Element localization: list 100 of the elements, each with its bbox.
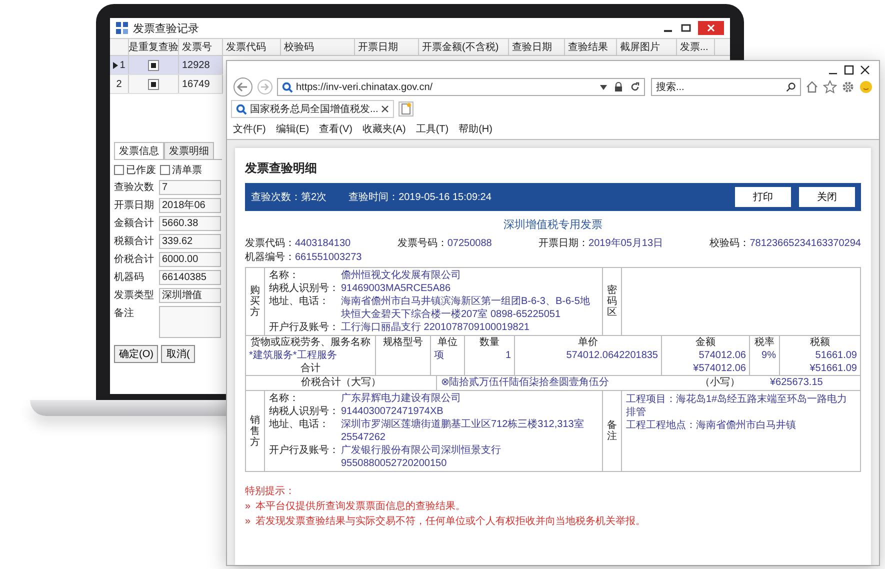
- input-field[interactable]: 5660.38: [159, 216, 221, 231]
- total-in-words: ⊗陆拾贰万伍仟陆佰柒拾叁圆壹角伍分: [440, 376, 610, 390]
- checkbox[interactable]: [114, 165, 124, 175]
- app-icon: [116, 22, 128, 34]
- column-header[interactable]: 截屏图片: [617, 39, 677, 55]
- dialog-button[interactable]: 确定(O): [114, 345, 158, 363]
- back-icon[interactable]: [233, 77, 253, 97]
- input-field[interactable]: 7: [159, 180, 221, 195]
- column-header[interactable]: 开票金额(不含税): [419, 39, 509, 55]
- star-icon[interactable]: [823, 80, 837, 94]
- party-label: 购买方: [246, 268, 265, 335]
- info-label: 开票日期：: [538, 238, 589, 249]
- input-field[interactable]: 339.62: [159, 234, 221, 249]
- column-header[interactable]: 查验日期: [509, 39, 565, 55]
- info-label: 发票代码：: [245, 238, 295, 249]
- menu-item[interactable]: 编辑(E): [276, 122, 310, 136]
- action-button[interactable]: 关闭: [799, 187, 855, 207]
- party-field-label: 开户行及账号：: [269, 444, 340, 458]
- notice-text: 本平台仅提供所查询发票票面信息的查验结果。: [256, 500, 466, 514]
- field-label: 价税合计: [114, 252, 155, 266]
- info-label: 校验码：: [710, 238, 750, 249]
- column-header[interactable]: 开票日期: [355, 39, 419, 55]
- column-header[interactable]: 发票号: [179, 39, 223, 55]
- checkbox[interactable]: [160, 165, 170, 175]
- table-cell: *建筑服务*工程服务: [249, 350, 337, 361]
- tab[interactable]: 发票明细: [164, 142, 214, 159]
- address-bar[interactable]: https://inv-veri.chinatax.gov.cn/: [277, 78, 645, 96]
- column-header[interactable]: 查验结果: [565, 39, 617, 55]
- close-icon[interactable]: [381, 105, 390, 113]
- input-field[interactable]: 深圳增值: [159, 288, 221, 303]
- browser-tab[interactable]: 国家税务总局全国增值税发...: [231, 100, 394, 118]
- table-cell: 12928: [179, 56, 223, 74]
- column-header: 规格型号: [376, 336, 431, 349]
- menu-item[interactable]: 文件(F): [233, 122, 266, 136]
- info-value: 07250088: [447, 238, 492, 249]
- table-cell: 51661.09: [815, 350, 857, 361]
- sum-label: 合计: [300, 363, 320, 374]
- tab[interactable]: 发票信息: [114, 142, 164, 159]
- party-field-value: 广发银行股份有限公司深圳恒景支行9550880052720200150: [341, 444, 502, 470]
- info-value: 2019年05月13日: [588, 238, 664, 249]
- checkbox[interactable]: [148, 78, 159, 90]
- table-row[interactable]: 1 12928: [110, 56, 223, 75]
- field-label: 开票日期: [114, 198, 155, 212]
- row-number: 1: [120, 60, 126, 70]
- field-label: 查验次数: [114, 180, 155, 194]
- column-header: 金额: [662, 336, 750, 349]
- party-field-value: 9144030072471974XB: [341, 405, 444, 418]
- party-field-value: 海南省儋州市白马井镇滨海新区第一组团B-6-3、B-6-5地块恒大金碧天下综合楼一楼207室 0898-65225051: [341, 295, 591, 321]
- party-field-label: 地址、电话：: [269, 295, 330, 309]
- close-icon[interactable]: [859, 64, 871, 76]
- party-field-value: 深圳市罗湖区莲塘街道鹏基工业区712栋三楼312,313室 25547262: [341, 418, 585, 444]
- area-label: 备注: [603, 391, 622, 471]
- check-count: 查验次数：第2次: [251, 190, 327, 204]
- total-small-label: （小写）: [700, 376, 741, 390]
- invoice-title: 深圳增值税专用发票: [502, 218, 604, 232]
- maximize-icon[interactable]: [843, 64, 855, 76]
- field-label: 备注: [114, 306, 135, 320]
- maximize-icon[interactable]: [680, 22, 692, 34]
- menu-item[interactable]: 查看(V): [319, 122, 352, 136]
- search-icon: [282, 82, 293, 92]
- dialog-button[interactable]: 取消(: [161, 345, 195, 363]
- checkbox[interactable]: [148, 60, 159, 70]
- column-header[interactable]: 发票代码: [223, 39, 281, 55]
- check-time: 查验时间：2019-05-16 15:09:24: [348, 190, 492, 204]
- menu-item[interactable]: 收藏夹(A): [362, 122, 406, 136]
- bullet-mark: »: [245, 500, 251, 514]
- column-header[interactable]: 校验码: [281, 39, 355, 55]
- menu-item[interactable]: 帮助(H): [458, 122, 492, 136]
- input-field[interactable]: 6000.00: [159, 252, 221, 267]
- action-button[interactable]: 打印: [735, 187, 791, 207]
- remark-text: 工程工程地点：海南省儋州市白马井镇: [626, 419, 797, 432]
- settings-icon[interactable]: [841, 80, 855, 94]
- column-header[interactable]: 是重复查验: [129, 39, 179, 55]
- search-icon: [236, 104, 247, 114]
- notice-text: 若发现发票查验结果与实际交易不符，任何单位或个人有权拒收并向当地税务机关举报。: [256, 514, 646, 529]
- party-field-value: 91469003MA5RCE5A86: [341, 282, 451, 295]
- url-text: https://inv-veri.chinatax.gov.cn/: [296, 82, 433, 92]
- caret-icon[interactable]: [600, 84, 607, 90]
- input-field[interactable]: 66140385: [159, 270, 221, 285]
- new-tab-icon[interactable]: [398, 101, 414, 117]
- sum-amount: ¥574012.06: [693, 363, 746, 374]
- column-header[interactable]: 发票...: [677, 39, 715, 55]
- search-icon[interactable]: [786, 82, 796, 92]
- home-icon[interactable]: [805, 80, 819, 94]
- table-cell: 574012.06: [698, 350, 746, 361]
- search-field[interactable]: 搜索...: [651, 78, 801, 96]
- row-pointer-icon: [112, 62, 118, 68]
- party-field-label: 纳税人识别号：: [269, 282, 340, 295]
- party-label: 销售方: [246, 391, 265, 471]
- table-cell: 9%: [762, 350, 776, 361]
- checkbox-label: 已作废: [126, 164, 156, 177]
- refresh-icon[interactable]: [630, 82, 640, 92]
- input-field[interactable]: [159, 306, 221, 338]
- menu-item[interactable]: 工具(T): [416, 122, 449, 136]
- party-field-value: 广东昇辉电力建设有限公司: [341, 392, 461, 405]
- area-label: 密码区: [603, 268, 622, 335]
- field-label: 机器码: [114, 270, 145, 284]
- input-field[interactable]: 2018年06: [159, 198, 221, 213]
- sum-tax: ¥51661.09: [810, 363, 857, 374]
- table-row[interactable]: 2 16749: [110, 75, 223, 94]
